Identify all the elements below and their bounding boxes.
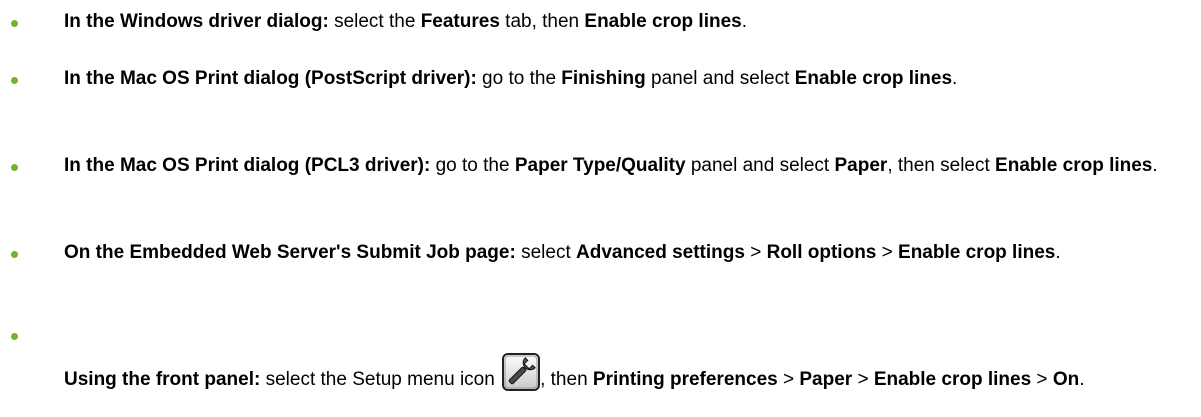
item-text: In the Windows driver dialog: select the… [64,11,748,32]
item-text: In the Mac OS Print dialog (PCL3 driver)… [64,155,1158,176]
bullet [11,77,18,84]
item-text: In the Mac OS Print dialog (PostScript d… [64,68,958,89]
item-text: Using the front panel: select the Setup … [64,353,1174,395]
bullet [11,20,18,27]
bullet [11,164,18,171]
setup-wrench-icon [502,353,541,391]
bullet [11,251,18,258]
item-text: On the Embedded Web Server's Submit Job … [64,242,1061,263]
instruction-list: In the Windows driver dialog: select the… [0,0,1201,417]
bullet [11,333,18,340]
